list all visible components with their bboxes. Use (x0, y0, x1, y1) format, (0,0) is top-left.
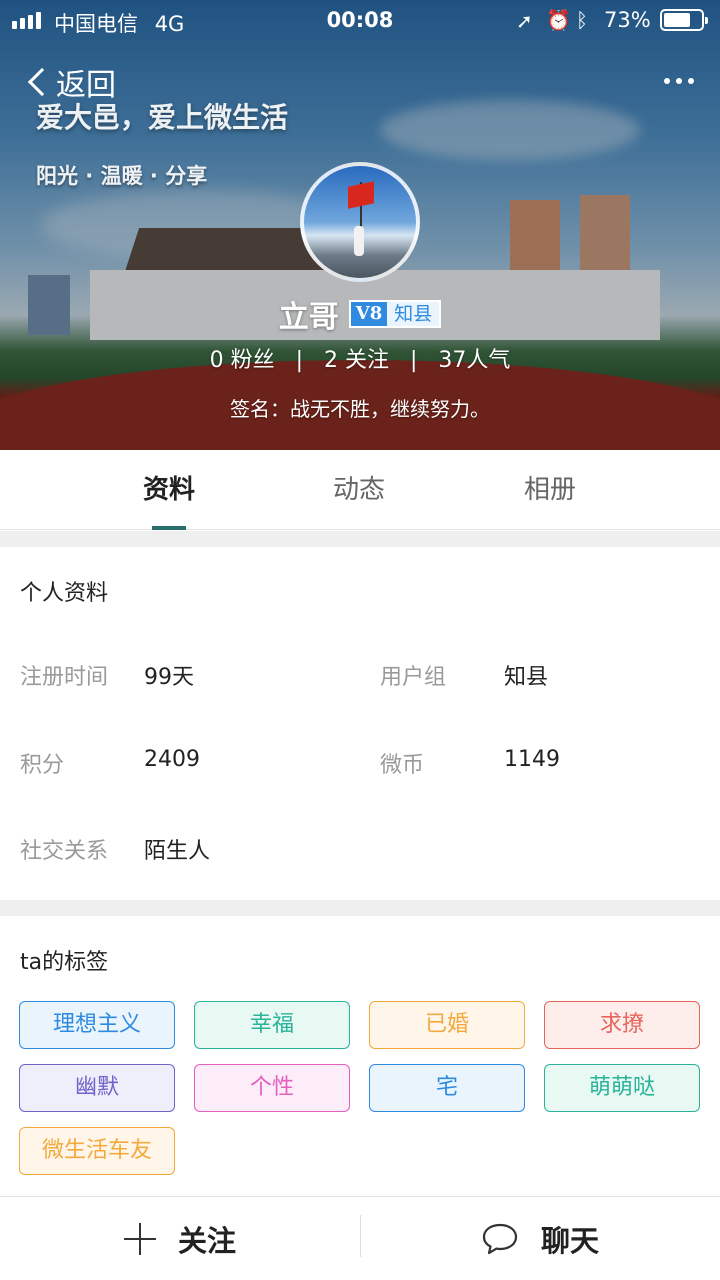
battery-fill (664, 13, 690, 27)
profile-header: 爱大邑，爱上微生活 阳光 · 温暖 · 分享 中国电信 4G 00:08 ➚ ⏰… (0, 0, 720, 450)
bottom-action-bar: 关注 聊天 (0, 1197, 720, 1280)
tags-title: ta的标签 (20, 950, 109, 975)
chevron-left-icon (27, 67, 57, 97)
tab-album[interactable]: 相册 (470, 450, 630, 530)
chat-bubble-icon (482, 1223, 518, 1254)
more-options-button[interactable] (656, 66, 702, 96)
follow-label: 关注 (177, 1223, 236, 1258)
user-tag[interactable]: 微生活车友 (19, 1127, 175, 1175)
back-label: 返回 (56, 68, 116, 103)
level-badge: V8 知县 (348, 300, 442, 328)
stats-separator: | (295, 348, 303, 373)
fans-count[interactable]: 0 粉丝 (210, 348, 275, 373)
status-bar: 中国电信 4G 00:08 ➚ ⏰ ᛒ 73% (0, 0, 720, 40)
level-badge-title: 知县 (387, 302, 440, 326)
section-divider (0, 900, 720, 916)
user-tag[interactable]: 已婚 (369, 1001, 525, 1049)
tab-activity[interactable]: 动态 (279, 450, 439, 530)
coins-value: 1149 (504, 747, 560, 772)
following-count[interactable]: 2 关注 (324, 348, 389, 373)
profile-tabs: 资料 动态 相册 (0, 450, 720, 530)
user-tag[interactable]: 个性 (194, 1064, 350, 1112)
name-row: 立哥 V8 知县 (0, 292, 720, 336)
user-tag[interactable]: 幸福 (194, 1001, 350, 1049)
relationship-value: 陌生人 (144, 839, 211, 864)
dot-icon (688, 78, 694, 84)
plus-icon (123, 1222, 156, 1255)
user-tag[interactable]: 宅 (369, 1064, 525, 1112)
user-signature: 签名：战无不胜，继续努力。 (230, 397, 490, 421)
popularity-count: 37人气 (438, 348, 511, 373)
level-badge-level: V8 (350, 302, 388, 326)
stats-separator: | (410, 348, 418, 373)
battery-percent: 73% (604, 8, 651, 32)
user-name: 立哥 (278, 300, 339, 335)
user-group-label: 用户组 (380, 665, 447, 690)
tab-profile[interactable]: 资料 (89, 450, 249, 530)
dot-icon (676, 78, 682, 84)
points-label: 积分 (20, 753, 65, 778)
alarm-icon: ⏰ (546, 8, 571, 32)
profile-info-title: 个人资料 (20, 581, 109, 606)
registration-time-label: 注册时间 (20, 665, 109, 690)
section-divider (0, 531, 720, 547)
follow-button[interactable]: 关注 (0, 1197, 360, 1280)
battery-icon (660, 9, 708, 31)
location-arrow-icon: ➚ (516, 9, 533, 33)
avatar[interactable] (300, 162, 420, 282)
user-tag[interactable]: 理想主义 (19, 1001, 175, 1049)
relationship-label: 社交关系 (20, 839, 109, 864)
hero-subtitle: 阳光 · 温暖 · 分享 (36, 164, 208, 188)
chat-label: 聊天 (540, 1223, 599, 1258)
dot-icon (664, 78, 670, 84)
user-tag[interactable]: 幽默 (19, 1064, 175, 1112)
registration-time-value: 99天 (144, 665, 194, 690)
user-tag[interactable]: 求撩 (544, 1001, 700, 1049)
coins-label: 微币 (380, 753, 425, 778)
bluetooth-icon: ᛒ (576, 8, 588, 32)
user-stats: 0 粉丝 | 2 关注 | 37人气 (0, 342, 720, 374)
back-button[interactable]: 返回 (24, 60, 116, 104)
points-value: 2409 (144, 747, 200, 772)
avatar-person (354, 226, 364, 256)
battery-nub (705, 17, 708, 24)
user-group-value: 知县 (504, 665, 549, 690)
chat-button[interactable]: 聊天 (360, 1197, 720, 1280)
active-tab-indicator (152, 526, 186, 530)
user-tag[interactable]: 萌萌哒 (544, 1064, 700, 1112)
avatar-flag (348, 181, 374, 209)
